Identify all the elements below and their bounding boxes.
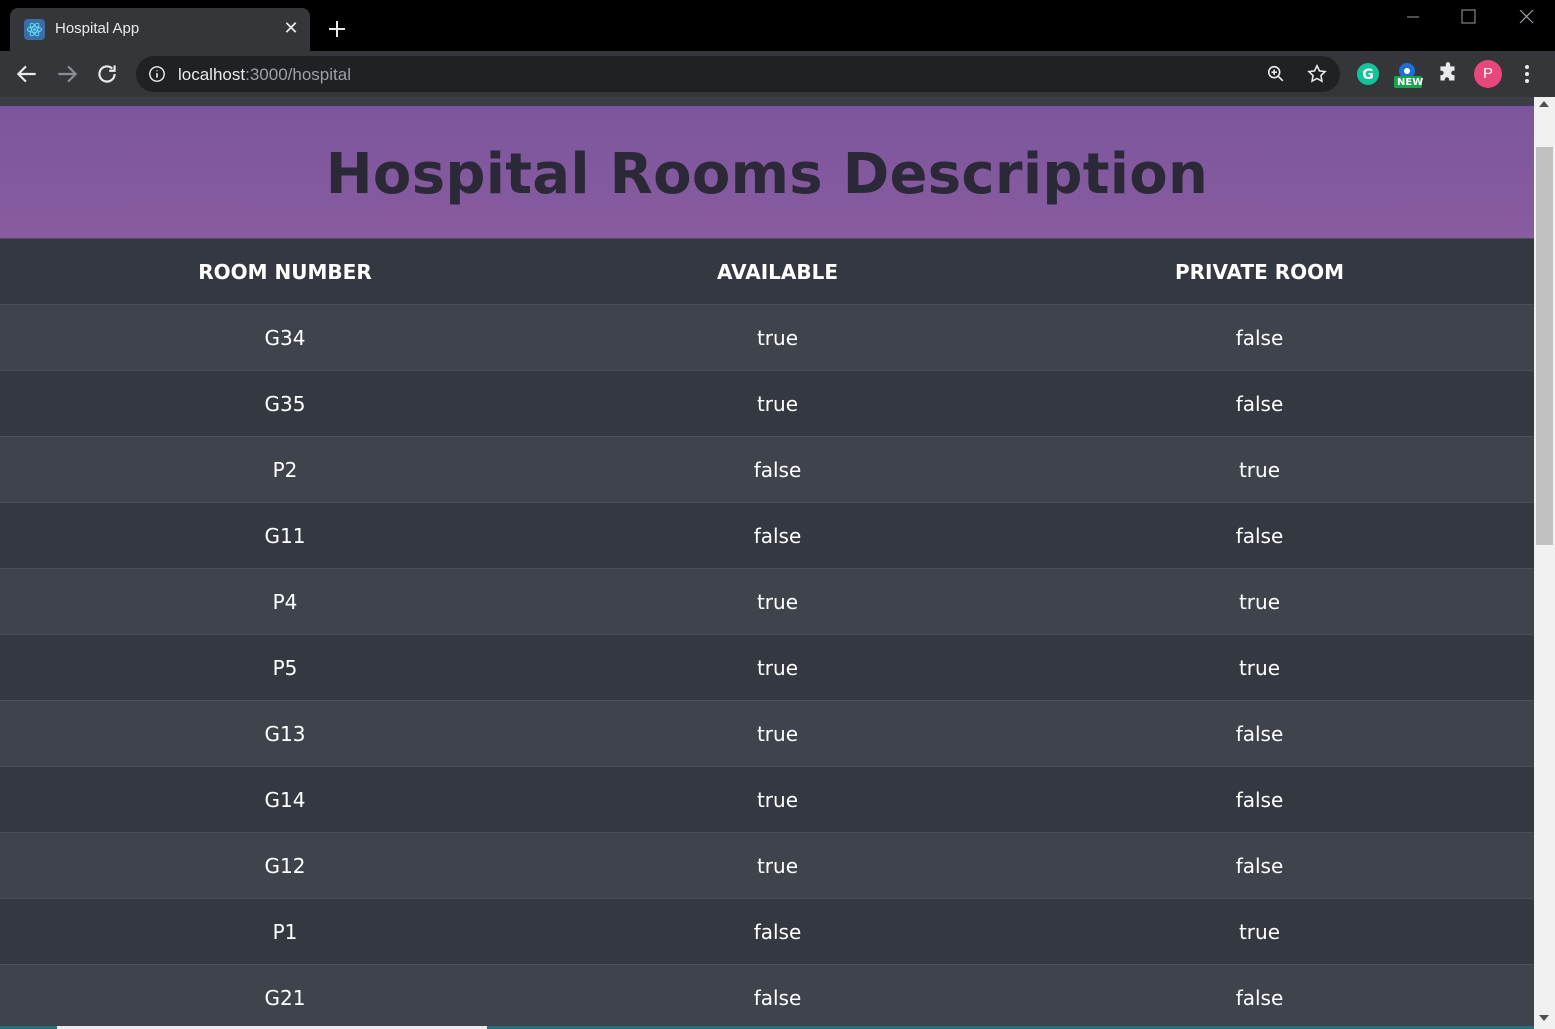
available-cell: false: [570, 502, 985, 569]
table-row: G14 true false: [0, 766, 1534, 833]
private-room-cell: true: [985, 898, 1534, 965]
private-room-cell: true: [985, 568, 1534, 635]
available-cell: true: [570, 700, 985, 767]
tab-strip: Hospital App ✕: [0, 0, 1555, 51]
available-cell: true: [570, 568, 985, 635]
room-number-cell: G11: [0, 502, 570, 569]
react-favicon-icon: [24, 19, 45, 40]
private-room-cell: false: [985, 502, 1534, 569]
column-header-room-number: ROOM NUMBER: [0, 238, 570, 305]
back-arrow-icon[interactable]: [14, 61, 40, 87]
room-number-cell: P4: [0, 568, 570, 635]
grammarly-extension-icon[interactable]: G: [1355, 61, 1381, 87]
rooms-table: ROOM NUMBER AVAILABLE PRIVATE ROOM G34 t…: [0, 238, 1534, 1029]
table-row: G34 true false: [0, 304, 1534, 371]
page-content: Hospital Rooms Description ROOM NUMBER A…: [0, 97, 1534, 1029]
url-text: localhost:3000/hospital: [178, 65, 351, 85]
svg-text:G: G: [1362, 67, 1374, 83]
available-cell: true: [570, 832, 985, 899]
private-room-cell: true: [985, 634, 1534, 701]
table-row: G21 false false: [0, 964, 1534, 1029]
browser-toolbar: localhost:3000/hospital G NEW P: [0, 51, 1555, 97]
available-cell: false: [570, 436, 985, 503]
room-number-cell: G21: [0, 964, 570, 1029]
room-number-cell: P5: [0, 634, 570, 701]
new-badge: NEW: [1397, 77, 1424, 88]
available-cell: true: [570, 766, 985, 833]
scroll-down-arrow-icon[interactable]: [1539, 1015, 1549, 1021]
private-room-cell: true: [985, 436, 1534, 503]
window-minimize-icon[interactable]: [1393, 6, 1433, 28]
kebab-menu-icon[interactable]: [1515, 61, 1539, 87]
scroll-up-arrow-icon[interactable]: [1539, 101, 1549, 107]
browser-tab[interactable]: Hospital App ✕: [10, 8, 310, 51]
private-room-cell: false: [985, 964, 1534, 1029]
page-viewport: Hospital Rooms Description ROOM NUMBER A…: [0, 97, 1555, 1029]
scrollbar-thumb[interactable]: [1536, 147, 1553, 545]
url-path: :3000/hospital: [245, 65, 351, 84]
room-number-cell: P2: [0, 436, 570, 503]
available-cell: false: [570, 898, 985, 965]
room-number-cell: G12: [0, 832, 570, 899]
zoom-icon[interactable]: [1266, 64, 1286, 84]
private-room-cell: false: [985, 370, 1534, 437]
bookmark-star-icon[interactable]: [1306, 63, 1328, 85]
top-strip: [0, 97, 1534, 106]
column-header-private-room: PRIVATE ROOM: [985, 238, 1534, 305]
page-header: Hospital Rooms Description: [0, 106, 1534, 238]
window-close-icon[interactable]: [1506, 6, 1546, 28]
new-extension-icon[interactable]: NEW: [1394, 61, 1424, 88]
reload-icon[interactable]: [94, 61, 120, 87]
vertical-scrollbar[interactable]: [1534, 97, 1555, 1029]
room-number-cell: G34: [0, 304, 570, 371]
private-room-cell: false: [985, 304, 1534, 371]
available-cell: true: [570, 370, 985, 437]
available-cell: false: [570, 964, 985, 1029]
table-row: G12 true false: [0, 832, 1534, 899]
tab-title: Hospital App: [55, 20, 140, 37]
table-row: P5 true true: [0, 634, 1534, 701]
private-room-cell: false: [985, 832, 1534, 899]
address-bar[interactable]: localhost:3000/hospital: [136, 56, 1340, 92]
profile-avatar[interactable]: P: [1474, 60, 1502, 88]
room-number-cell: G35: [0, 370, 570, 437]
page-title: Hospital Rooms Description: [325, 142, 1209, 207]
room-number-cell: G14: [0, 766, 570, 833]
table-row: P4 true true: [0, 568, 1534, 635]
private-room-cell: false: [985, 766, 1534, 833]
extensions-puzzle-icon[interactable]: [1435, 61, 1461, 87]
available-cell: true: [570, 634, 985, 701]
table-row: G35 true false: [0, 370, 1534, 437]
tab-close-icon[interactable]: ✕: [280, 17, 302, 39]
room-number-cell: G13: [0, 700, 570, 767]
table-row: G13 true false: [0, 700, 1534, 767]
table-row: P1 false true: [0, 898, 1534, 965]
available-cell: true: [570, 304, 985, 371]
table-row: G11 false false: [0, 502, 1534, 569]
column-header-available: AVAILABLE: [570, 238, 985, 305]
room-number-cell: P1: [0, 898, 570, 965]
table-row: P2 false true: [0, 436, 1534, 503]
new-tab-plus-icon[interactable]: [325, 17, 349, 41]
table-header-row: ROOM NUMBER AVAILABLE PRIVATE ROOM: [0, 238, 1534, 305]
url-host: localhost: [178, 65, 246, 84]
forward-arrow-icon[interactable]: [54, 61, 80, 87]
window-maximize-icon[interactable]: [1448, 6, 1488, 28]
site-info-icon[interactable]: [148, 65, 166, 83]
private-room-cell: false: [985, 700, 1534, 767]
